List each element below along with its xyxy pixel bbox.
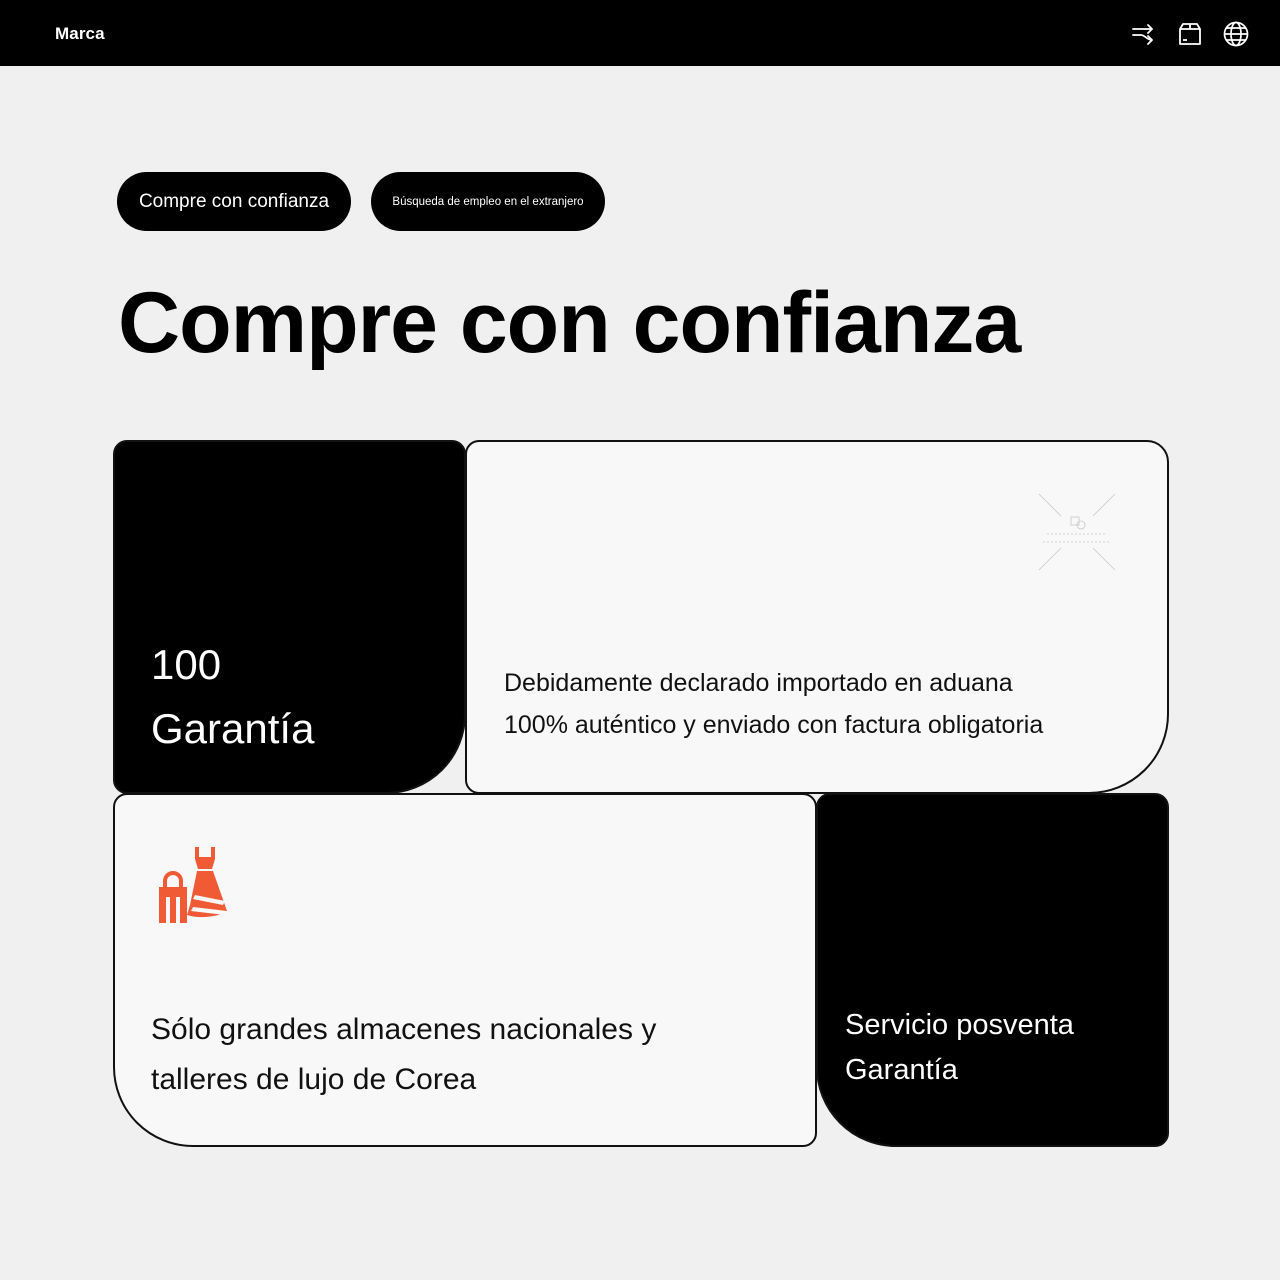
brand-logo[interactable]: Marca	[55, 24, 105, 44]
guarantee-card: 100 Garantía	[113, 440, 466, 794]
guarantee-label: Garantía	[151, 705, 315, 752]
customs-card: Debidamente declarado importado en aduan…	[465, 440, 1169, 794]
aftersales-card: Servicio posventa Garantía	[816, 793, 1169, 1147]
tab-job-search-abroad[interactable]: Búsqueda de empleo en el extranjero	[371, 172, 605, 231]
stores-text: Sólo grandes almacenes nacionales y tall…	[151, 1005, 656, 1105]
aftersales-text: Servicio posventa Garantía	[845, 1003, 1074, 1093]
stores-line-1: Sólo grandes almacenes nacionales y	[151, 1013, 657, 1046]
top-bar: Marca	[0, 0, 1280, 66]
package-icon[interactable]	[1174, 19, 1206, 49]
aftersales-line-2: Garantía	[845, 1054, 958, 1086]
fashion-shopping-icon	[157, 843, 241, 927]
copy-icon	[1035, 490, 1119, 574]
guarantee-number: 100	[151, 641, 222, 688]
page-title: Compre con confianza	[118, 275, 1021, 371]
stores-card: Sólo grandes almacenes nacionales y tall…	[113, 793, 817, 1147]
shuffle-icon[interactable]	[1128, 19, 1160, 49]
customs-line-1: Debidamente declarado importado en aduan…	[504, 669, 1013, 697]
aftersales-line-1: Servicio posventa	[845, 1009, 1074, 1041]
tab-buy-with-confidence[interactable]: Compre con confianza	[117, 172, 351, 231]
customs-text: Debidamente declarado importado en aduan…	[504, 662, 1043, 746]
stores-line-2: talleres de lujo de Corea	[151, 1063, 477, 1096]
globe-icon[interactable]	[1220, 19, 1252, 49]
top-icons	[1128, 19, 1252, 49]
customs-line-2: 100% auténtico y enviado con factura obl…	[504, 711, 1044, 739]
